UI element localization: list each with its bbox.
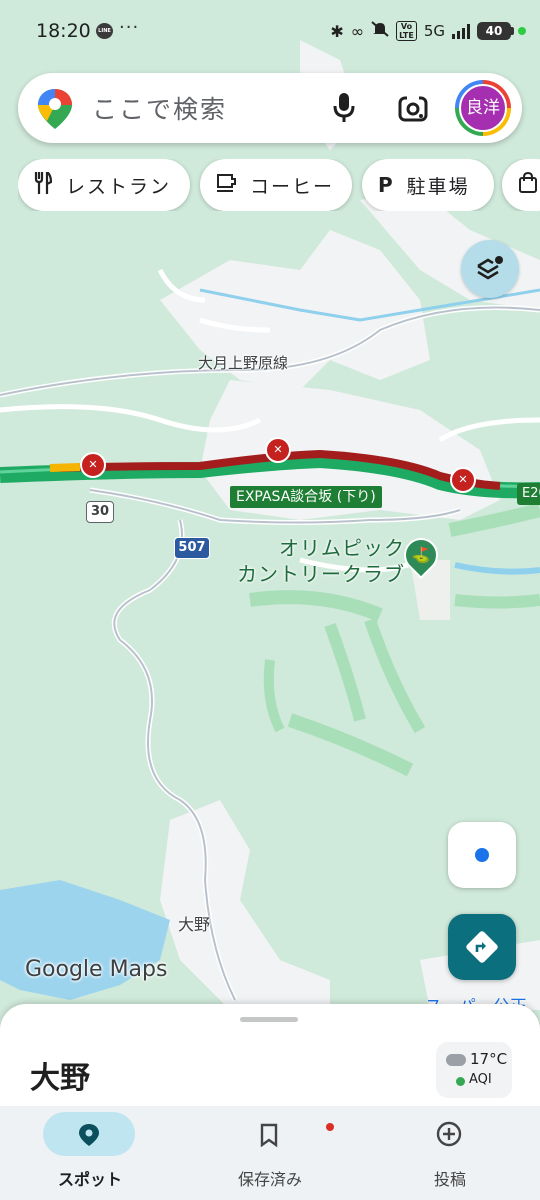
chip-coffee-label: コーヒー xyxy=(250,175,335,198)
my-location-button[interactable] xyxy=(448,822,516,888)
nav-saved[interactable]: 保存済み xyxy=(180,1106,360,1200)
aqi-status-dot xyxy=(456,1077,465,1086)
cloud-icon xyxy=(446,1054,466,1066)
route-507-shield: 507 xyxy=(174,537,210,559)
place-title: 大野 xyxy=(30,1061,90,1096)
fork-knife-icon xyxy=(34,169,53,199)
layers-icon xyxy=(477,256,503,280)
add-circle-icon xyxy=(436,1121,462,1147)
more-notifications-icon: ··· xyxy=(119,17,140,38)
place-bottom-sheet[interactable]: 大野 17°C AQI xyxy=(0,1004,540,1114)
chip-parking[interactable]: P 駐車場 xyxy=(362,159,494,211)
search-input[interactable]: ここで検索 xyxy=(92,90,227,126)
chip-restaurant-label: レストラン xyxy=(66,175,172,198)
parking-icon: P xyxy=(378,173,393,197)
nav-explore-pill xyxy=(43,1112,135,1156)
microphone-icon[interactable] xyxy=(332,92,356,128)
nav-explore-label: スポット xyxy=(57,1170,122,1189)
google-maps-pin-icon xyxy=(38,89,72,133)
coffee-icon xyxy=(216,173,236,198)
privacy-indicator-dot xyxy=(518,27,526,35)
chip-restaurant[interactable]: レストラン xyxy=(18,159,190,211)
bluetooth-icon: ✱ xyxy=(330,21,344,41)
saved-notification-dot xyxy=(326,1123,334,1131)
status-bar: 18:20 LINE ··· ✱ ∞ Vo LTE 5G 40 xyxy=(0,0,540,62)
nav-saved-pill xyxy=(223,1112,334,1156)
bottom-navigation: スポット 保存済み 投稿 xyxy=(0,1106,540,1200)
chip-parking-label: 駐車場 xyxy=(406,175,470,198)
chip-coffee[interactable]: コーヒー xyxy=(200,159,352,211)
nav-contribute-label: 投稿 xyxy=(433,1170,466,1189)
chip-shopping[interactable] xyxy=(502,159,540,211)
directions-icon xyxy=(466,931,498,963)
battery-icon: 40 xyxy=(477,22,514,40)
route-30-shield: 30 xyxy=(86,501,114,523)
location-dot-icon xyxy=(475,848,489,862)
nav-contribute-pill xyxy=(403,1112,495,1156)
traffic-incident-icon[interactable]: ✕ xyxy=(265,437,291,463)
category-chips: レストラン コーヒー P 駐車場 xyxy=(18,159,540,211)
line-app-icon: LINE xyxy=(96,23,113,39)
traffic-incident-icon[interactable]: ✕ xyxy=(80,452,106,478)
link-icon: ∞ xyxy=(350,21,365,41)
temperature: 17°C xyxy=(470,1050,508,1068)
signal-icon xyxy=(452,23,470,39)
status-time: 18:20 xyxy=(36,20,91,42)
nav-saved-label: 保存済み xyxy=(237,1170,302,1189)
shopping-bag-icon xyxy=(518,171,538,199)
directions-button[interactable] xyxy=(448,914,516,980)
avatar-initials: 良洋 xyxy=(459,84,507,132)
mute-icon xyxy=(371,21,389,41)
search-bar[interactable]: ここで検索 良洋 xyxy=(18,73,522,143)
map-layers-button[interactable] xyxy=(461,240,519,298)
golf-course-label[interactable]: オリムピック カントリークラブ xyxy=(237,535,405,587)
google-lens-icon[interactable] xyxy=(398,94,428,126)
expressway-shield: E20 xyxy=(517,483,540,505)
aqi-label: AQI xyxy=(469,1072,492,1087)
road-name-label: 大月上野原線 xyxy=(198,354,289,372)
status-icons: ✱ ∞ Vo LTE 5G 40 xyxy=(330,19,526,43)
google-maps-logo: Google Maps xyxy=(25,957,168,982)
service-area-label[interactable]: EXPASA談合坂 (下り) xyxy=(230,486,382,508)
weather-chip[interactable]: 17°C AQI xyxy=(436,1042,512,1098)
nav-contribute[interactable]: 投稿 xyxy=(360,1106,540,1200)
volte-icon: Vo LTE xyxy=(396,21,417,41)
traffic-incident-icon[interactable]: ✕ xyxy=(450,467,476,493)
account-avatar[interactable]: 良洋 xyxy=(455,80,511,136)
nav-explore[interactable]: スポット xyxy=(0,1106,180,1200)
network-type: 5G xyxy=(423,22,445,40)
sheet-drag-handle[interactable] xyxy=(240,1017,298,1022)
town-label: 大野 xyxy=(178,915,211,934)
bookmark-icon xyxy=(260,1123,278,1147)
explore-pin-icon xyxy=(79,1124,99,1146)
